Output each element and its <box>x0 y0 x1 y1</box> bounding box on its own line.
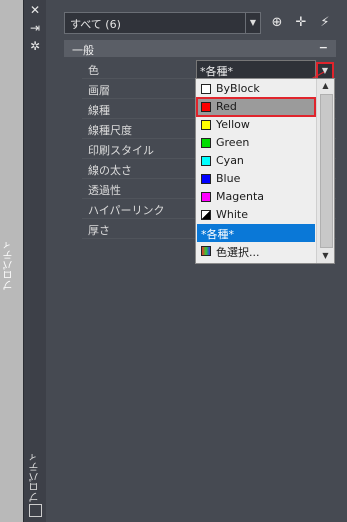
color-option-red[interactable]: Red <box>196 97 316 117</box>
color-dropdown-list[interactable]: ByBlock Red Yellow Green Cyan Blue Magen… <box>195 78 335 264</box>
palette-title-bar[interactable]: ✕ ⇥ ✲ プロパティ <box>23 0 47 522</box>
color-swatch-white-black <box>201 210 211 220</box>
property-label: 線種尺度 <box>88 124 132 137</box>
docked-side-strip: プロパティ <box>0 0 23 522</box>
chevron-down-icon[interactable]: ▼ <box>245 13 260 33</box>
color-option-byblock[interactable]: ByBlock <box>197 80 315 98</box>
general-section-header[interactable]: 一般 − <box>64 40 336 57</box>
palette-title: プロパティ <box>30 452 41 502</box>
property-label: 線種 <box>88 104 110 117</box>
gear-icon[interactable]: ✲ <box>29 40 41 52</box>
color-swatch <box>201 102 211 112</box>
property-label: 印刷スタイル <box>88 144 154 157</box>
section-title: 一般 <box>72 44 94 57</box>
color-swatch <box>201 192 211 202</box>
properties-icon[interactable] <box>29 504 42 517</box>
collapse-icon[interactable]: − <box>319 41 328 54</box>
color-swatch <box>201 156 211 166</box>
color-option-white[interactable]: White <box>197 206 315 224</box>
color-option-green[interactable]: Green <box>197 134 315 152</box>
color-option-magenta[interactable]: Magenta <box>197 188 315 206</box>
toggle-pickadd-icon[interactable]: ⊕ <box>268 14 286 32</box>
color-picker-icon <box>201 246 211 256</box>
color-swatch <box>201 138 211 148</box>
chevron-down-icon[interactable]: ▼ <box>317 249 334 263</box>
chevron-up-icon[interactable]: ▲ <box>317 79 334 93</box>
color-swatch <box>201 84 211 94</box>
dropdown-scrollbar[interactable]: ▲ ▼ <box>316 79 334 263</box>
select-objects-icon[interactable]: ✛ <box>292 14 310 32</box>
property-label: 透過性 <box>88 184 121 197</box>
autohide-icon[interactable]: ⇥ <box>29 22 41 34</box>
color-swatch <box>201 174 211 184</box>
property-label: ハイパーリンク <box>88 204 165 217</box>
color-value-field[interactable]: *各種* <box>196 60 316 79</box>
color-option-yellow[interactable]: Yellow <box>197 116 315 134</box>
object-type-select[interactable]: すべて (6) ▼ <box>64 12 261 34</box>
color-option-select-color[interactable]: 色選択... <box>197 242 315 260</box>
object-type-value: すべて (6) <box>70 18 121 31</box>
quick-select-icon[interactable]: ⚡ <box>316 14 334 32</box>
property-label: 色 <box>88 64 99 77</box>
color-option-cyan[interactable]: Cyan <box>197 152 315 170</box>
color-swatch <box>201 120 211 130</box>
property-label: 厚さ <box>88 224 110 237</box>
property-label: 線の太さ <box>88 164 132 177</box>
side-strip-label: プロパティ <box>4 240 15 290</box>
color-option-blue[interactable]: Blue <box>197 170 315 188</box>
scrollbar-thumb[interactable] <box>320 94 333 248</box>
color-option-varies[interactable]: *各種* <box>197 224 315 242</box>
color-value-text: *各種* <box>200 65 233 78</box>
close-icon[interactable]: ✕ <box>29 4 41 16</box>
property-label: 画層 <box>88 84 110 97</box>
